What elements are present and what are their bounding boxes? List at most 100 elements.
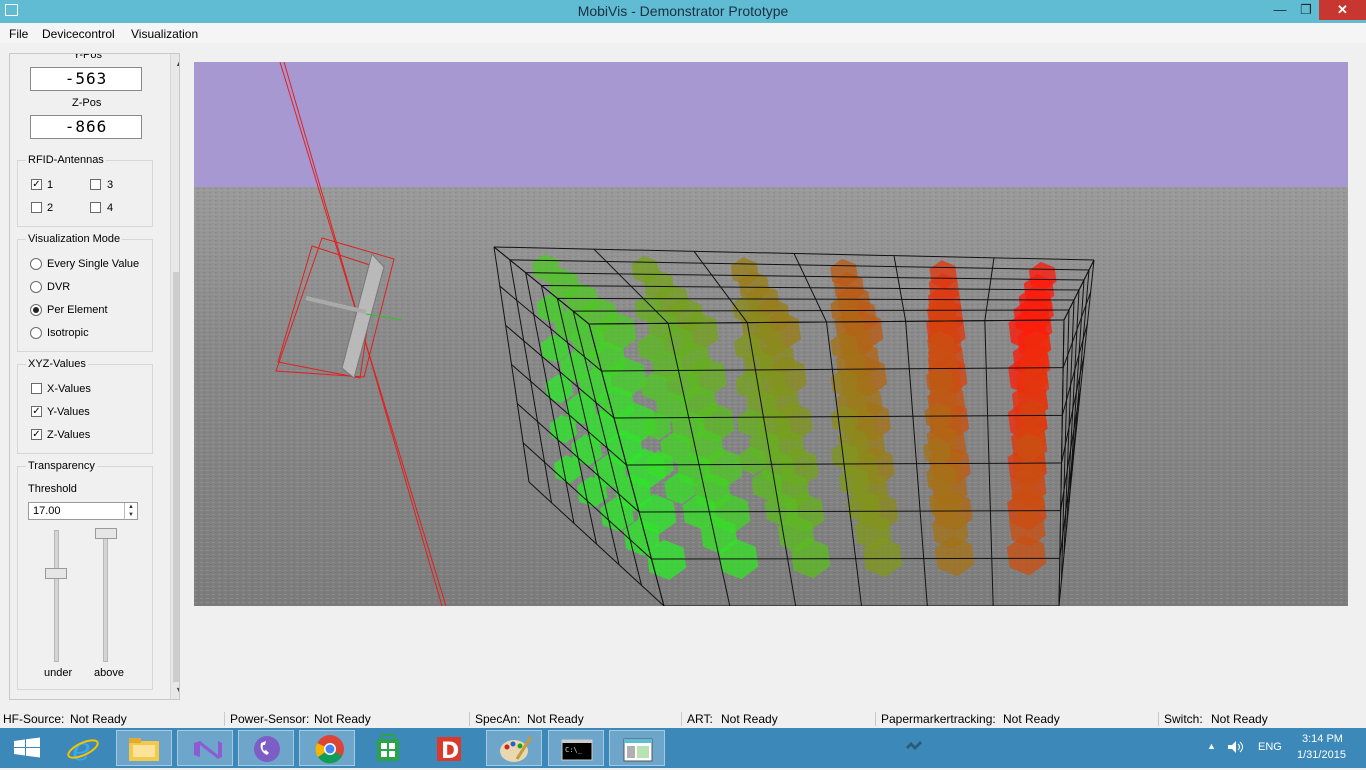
maximize-button[interactable]: ❐	[1293, 0, 1319, 20]
mode-dvr-label: DVR	[47, 281, 71, 293]
antenna-1-label: 1	[47, 179, 54, 191]
antenna-3-checkbox[interactable]	[90, 179, 101, 190]
menu-visualization[interactable]: Visualization	[131, 27, 198, 41]
transparency-title: Transparency	[26, 460, 97, 472]
control-panel: Y-Pos -563 Z-Pos -866 RFID-Antennas ✓ 1 …	[9, 53, 180, 700]
status-divider	[224, 712, 225, 726]
clock-time[interactable]: 3:14 PM	[1302, 733, 1343, 745]
above-slider-handle[interactable]	[95, 528, 117, 539]
mode-every-single-label: Every Single Value	[47, 258, 140, 270]
check-icon: ✓	[32, 429, 41, 440]
sky	[194, 62, 1348, 190]
mode-isotropic-radio[interactable]	[30, 327, 42, 339]
papermarker-label: Papermarkertracking:	[881, 712, 996, 726]
threshold-value: 17.00	[33, 505, 61, 517]
specan-label: SpecAn:	[475, 712, 521, 726]
switch-value: Not Ready	[1211, 712, 1268, 726]
x-values-label: X-Values	[47, 383, 91, 395]
z-values-checkbox[interactable]: ✓	[31, 429, 42, 440]
check-icon: ✓	[32, 406, 41, 417]
antenna-1-checkbox[interactable]: ✓	[31, 179, 42, 190]
threshold-label: Threshold	[28, 483, 77, 495]
spin-arrows-icon[interactable]: ▲ ▼	[124, 503, 137, 519]
specan-value: Not Ready	[527, 712, 584, 726]
scroll-up-icon[interactable]: ▲	[171, 58, 179, 68]
3d-viewport[interactable]	[194, 62, 1348, 606]
mode-isotropic-label: Isotropic	[47, 327, 89, 339]
menu-file[interactable]: File	[9, 27, 28, 41]
clock-date[interactable]: 1/31/2015	[1297, 749, 1346, 761]
mode-per-element-label: Per Element	[47, 304, 108, 316]
tray-app-icon[interactable]	[905, 738, 923, 755]
mode-dvr-radio[interactable]	[30, 281, 42, 293]
transparency-group	[17, 466, 153, 690]
visual-studio-icon[interactable]	[177, 730, 233, 766]
ypos-display: -563	[30, 67, 142, 91]
taskbar: e D C:\_ ▲ ENG 3:14 PM 1/31/2015	[0, 728, 1366, 768]
store-icon[interactable]	[360, 730, 416, 766]
show-hidden-icons-icon[interactable]: ▲	[1207, 741, 1216, 751]
status-divider	[1158, 712, 1159, 726]
scroll-down-icon[interactable]: ▼	[171, 685, 179, 695]
zpos-display: -866	[30, 115, 142, 139]
status-divider	[875, 712, 876, 726]
title-bar: MobiVis - Demonstrator Prototype — ❐ ✕	[0, 0, 1366, 24]
file-explorer-icon[interactable]	[116, 730, 172, 766]
svg-text:D: D	[441, 739, 459, 764]
art-value: Not Ready	[721, 712, 778, 726]
hf-source-label: HF-Source:	[3, 712, 65, 726]
svg-text:C:\_: C:\_	[565, 746, 583, 754]
status-bar: HF-Source: Not Ready Power-Sensor: Not R…	[0, 711, 1366, 728]
rfid-group	[17, 160, 153, 227]
under-slider-track	[54, 530, 59, 662]
art-label: ART:	[687, 712, 713, 726]
threshold-spinbox[interactable]: 17.00 ▲ ▼	[28, 502, 138, 520]
papermarker-value: Not Ready	[1003, 712, 1060, 726]
close-button[interactable]: ✕	[1319, 0, 1366, 20]
switch-label: Switch:	[1164, 712, 1203, 726]
menu-devicecontrol[interactable]: Devicecontrol	[42, 27, 115, 41]
panel-scrollbar[interactable]: ▲ ▼	[170, 54, 179, 699]
antenna-4-checkbox[interactable]	[90, 202, 101, 213]
minimize-button[interactable]: —	[1267, 0, 1293, 20]
vis-mode-title: Visualization Mode	[26, 233, 123, 245]
hf-source-value: Not Ready	[70, 712, 127, 726]
above-label: above	[94, 667, 124, 679]
y-values-label: Y-Values	[47, 406, 90, 418]
power-sensor-value: Not Ready	[314, 712, 371, 726]
antenna-2-checkbox[interactable]	[31, 202, 42, 213]
x-values-checkbox[interactable]	[31, 383, 42, 394]
under-slider-handle[interactable]	[45, 567, 67, 579]
mode-every-single-radio[interactable]	[30, 258, 42, 270]
status-divider	[681, 712, 682, 726]
power-sensor-label: Power-Sensor:	[230, 712, 310, 726]
y-values-checkbox[interactable]: ✓	[31, 406, 42, 417]
rfid-title: RFID-Antennas	[26, 154, 106, 166]
windows-start-icon[interactable]	[0, 730, 56, 766]
menu-bar: File Devicecontrol Visualization	[0, 23, 1366, 43]
grid-line	[651, 557, 1060, 560]
ypos-label: Y-Pos	[73, 53, 102, 61]
volume-icon[interactable]	[1227, 740, 1243, 757]
check-icon: ✓	[32, 179, 41, 190]
3d-scene	[194, 62, 1348, 606]
command-prompt-icon[interactable]: C:\_	[548, 730, 604, 766]
chrome-icon[interactable]	[299, 730, 355, 766]
svg-text:e: e	[72, 730, 91, 766]
language-indicator[interactable]: ENG	[1258, 741, 1282, 753]
paint-icon[interactable]	[486, 730, 542, 766]
mode-per-element-radio[interactable]	[30, 304, 42, 316]
mobivis-window-icon[interactable]	[609, 730, 665, 766]
z-values-label: Z-Values	[47, 429, 91, 441]
antenna-4-label: 4	[107, 202, 114, 214]
window-title: MobiVis - Demonstrator Prototype	[577, 3, 789, 19]
antenna-2-label: 2	[47, 202, 54, 214]
above-slider-track	[103, 530, 108, 662]
zpos-label: Z-Pos	[72, 97, 102, 109]
d-app-icon[interactable]: D	[421, 730, 477, 766]
scroll-thumb[interactable]	[173, 272, 179, 682]
under-label: under	[44, 667, 73, 679]
xyz-title: XYZ-Values	[26, 358, 88, 370]
internet-explorer-icon[interactable]: e	[56, 730, 112, 768]
viber-icon[interactable]	[238, 730, 294, 766]
